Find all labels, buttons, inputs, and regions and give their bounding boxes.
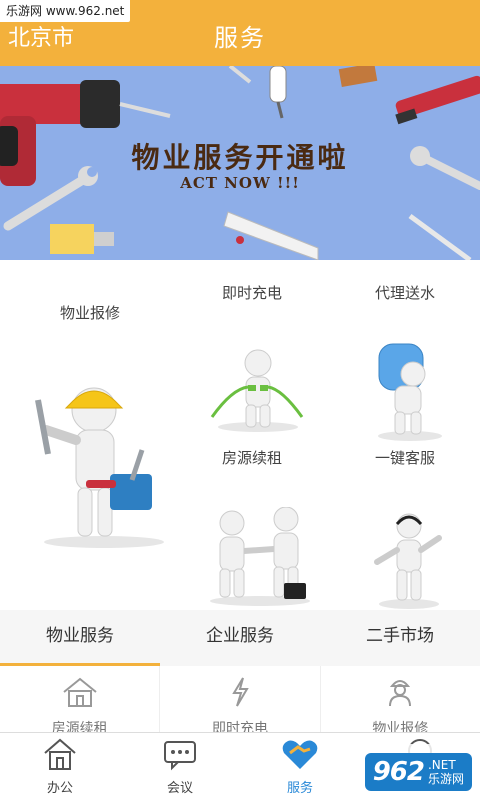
cutter-icon: [395, 75, 480, 125]
page-title: 服务: [214, 24, 266, 52]
handshake-figures-icon: [210, 507, 310, 606]
tab-enterprise-service[interactable]: 企业服务: [160, 610, 320, 666]
service-item-water[interactable]: 代理送水: [325, 260, 480, 441]
handshake-icon: [282, 740, 318, 769]
sub-item-charging[interactable]: 即时充电: [160, 666, 321, 737]
service-label: 代理送水: [374, 284, 435, 302]
services-grid: 物业报修 即时充电 代理送水 房源续租 一键客服: [0, 260, 480, 610]
watermark-net: .NET: [427, 758, 456, 772]
saw-icon: [223, 211, 319, 260]
watermark-cn: 乐游网: [427, 772, 464, 786]
service-item-lease[interactable]: 房源续租: [180, 435, 325, 610]
promo-banner[interactable]: 物业服务开通啦 ACT NOW !!!: [0, 66, 480, 260]
lightning-icon: [232, 677, 249, 707]
worker-icon: [389, 680, 412, 707]
service-item-support[interactable]: 一键客服: [325, 435, 480, 610]
house-icon: [63, 677, 97, 707]
chat-icon: [164, 741, 196, 771]
sub-item-repair[interactable]: 物业报修: [321, 666, 480, 737]
nav-meeting[interactable]: 会议: [120, 733, 240, 800]
tab-secondhand-market[interactable]: 二手市场: [320, 610, 480, 666]
service-item-charging[interactable]: 即时充电: [180, 260, 325, 435]
service-label: 一键客服: [374, 449, 435, 467]
nav-office[interactable]: 办公: [0, 733, 120, 800]
charging-figure-icon: [210, 349, 304, 432]
house-icon: [44, 738, 76, 770]
sub-service-list: 房源续租 即时充电 物业报修: [0, 666, 480, 737]
watermark-number: 962: [372, 757, 425, 787]
category-tabs: 物业服务 企业服务 二手市场: [0, 610, 480, 667]
repair-worker-icon: [35, 387, 164, 548]
support-agent-icon: [374, 513, 442, 609]
nav-label: 会议: [166, 781, 193, 796]
service-label: 物业报修: [59, 304, 120, 322]
brush-icon: [50, 224, 114, 254]
nav-label: 办公: [46, 781, 73, 796]
sub-item-lease[interactable]: 房源续租: [0, 666, 161, 737]
watermark-top: 乐游网 www.962.net: [0, 0, 131, 22]
watermark-badge: 962 .NET 乐游网: [364, 753, 472, 791]
watermark-bottom: 962 .NET 乐游网: [340, 744, 480, 800]
service-label: 即时充电: [221, 284, 282, 302]
service-item-repair[interactable]: 物业报修: [0, 260, 180, 610]
banner-subtitle: ACT NOW !!!: [180, 174, 300, 192]
service-label: 房源续租: [221, 449, 282, 467]
tab-property-service[interactable]: 物业服务: [0, 610, 160, 667]
water-delivery-icon: [378, 343, 442, 441]
banner-title: 物业服务开通啦: [131, 141, 349, 174]
